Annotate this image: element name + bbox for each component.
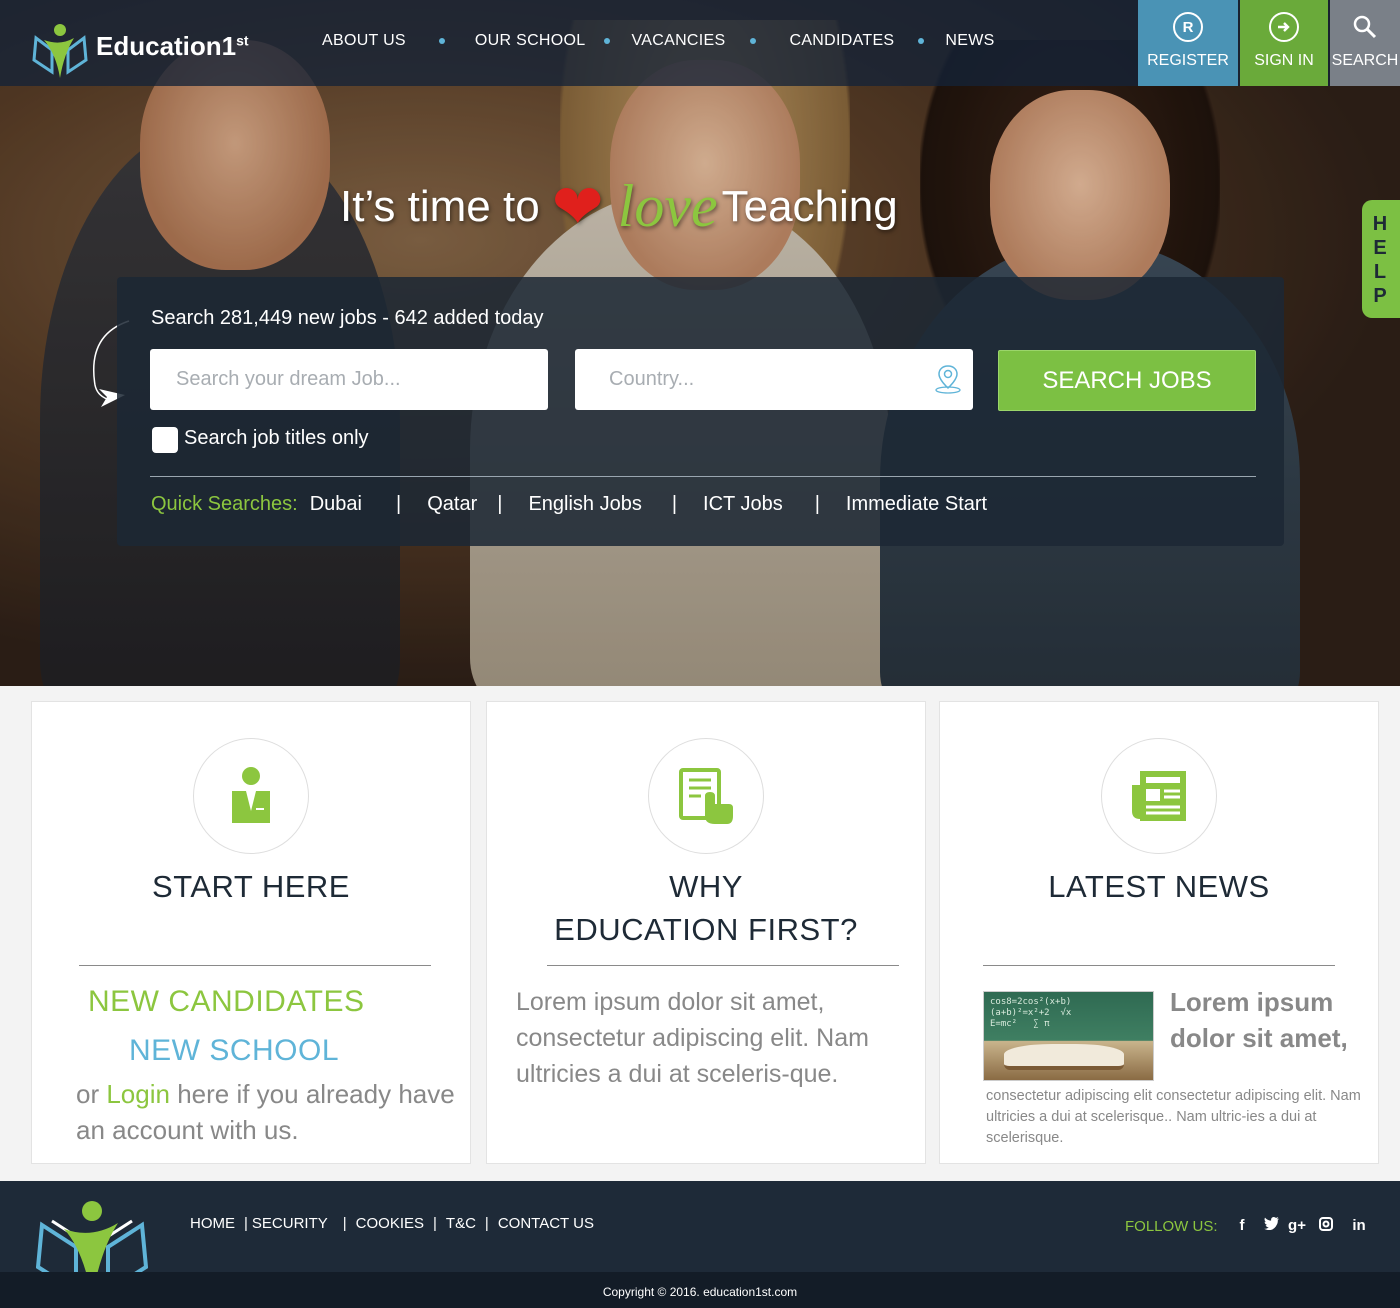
footer-separator: | — [484, 1215, 489, 1232]
why-icon-circle — [648, 738, 764, 854]
heart-icon: ❤ — [551, 173, 604, 242]
nav-separator-dot — [918, 38, 925, 44]
quick-search-immediate-start[interactable]: Immediate Start — [846, 493, 987, 516]
footer: HOME | SECURITY | COOKIES | T&C | CONTAC… — [0, 1181, 1400, 1299]
main-nav: ABOUT US OUR SCHOOL VACANCIES CANDIDATES… — [322, 32, 995, 50]
new-candidates-link[interactable]: NEW CANDIDATES — [88, 985, 364, 1019]
facebook-icon[interactable]: f — [1232, 1217, 1252, 1234]
help-letter: L — [1373, 261, 1389, 283]
latest-news-title: LATEST NEWS — [1048, 869, 1270, 904]
quick-search-dubai[interactable]: Dubai — [310, 493, 362, 516]
why-education-first-card: WHY EDUCATION FIRST? Lorem ipsum dolor s… — [486, 701, 926, 1164]
job-titles-only-checkbox[interactable] — [152, 427, 178, 453]
help-tab[interactable]: H E L P — [1362, 200, 1400, 318]
footer-separator: | — [244, 1215, 248, 1232]
quick-search-english-jobs[interactable]: English Jobs — [528, 493, 641, 516]
start-icon-circle — [193, 738, 309, 854]
search-headline: Search 281,449 new jobs - 642 added toda… — [151, 307, 544, 329]
nav-separator-dot — [750, 38, 757, 44]
quick-searches: Quick Searches: Dubai | Qatar | English … — [151, 493, 987, 516]
nav-vacancies[interactable]: VACANCIES — [631, 32, 725, 50]
quick-search-qatar[interactable]: Qatar — [427, 493, 477, 516]
start-here-title: START HERE — [152, 869, 350, 904]
register-label: REGISTER — [1147, 52, 1229, 69]
sign-in-label: SIGN IN — [1254, 52, 1314, 69]
new-school-link[interactable]: NEW SCHOOL — [129, 1034, 339, 1068]
nav-separator-dot — [438, 38, 445, 44]
news-headline[interactable]: Lorem ipsum dolor sit amet, — [1170, 984, 1370, 1056]
quick-search-separator: | — [814, 493, 820, 515]
job-search-input[interactable] — [150, 349, 548, 410]
search-label: SEARCH — [1331, 52, 1399, 69]
sign-in-button[interactable]: SIGN IN — [1240, 0, 1328, 86]
card-divider — [79, 965, 431, 966]
twitter-icon[interactable] — [1261, 1217, 1281, 1234]
help-letter: E — [1373, 237, 1389, 259]
footer-link-security[interactable]: SECURITY — [252, 1215, 328, 1232]
quick-search-separator: | — [396, 493, 402, 515]
document-touch-icon — [679, 768, 733, 824]
country-input[interactable] — [575, 349, 973, 410]
job-search-panel: Search 281,449 new jobs - 642 added toda… — [117, 277, 1284, 546]
newspaper-icon — [1132, 771, 1186, 821]
nav-candidates[interactable]: CANDIDATES — [789, 32, 894, 50]
footer-separator: | — [433, 1215, 437, 1232]
tagline-prefix: It’s time to — [340, 181, 540, 231]
tagline-love: love — [617, 173, 718, 239]
nav-news[interactable]: NEWS — [945, 32, 994, 50]
news-excerpt: consectetur adipiscing elit consectetur … — [986, 1088, 1361, 1146]
card-divider — [547, 965, 899, 966]
search-divider — [150, 476, 1256, 477]
nav-about-us[interactable]: ABOUT US — [322, 32, 406, 50]
instagram-icon[interactable] — [1316, 1217, 1336, 1235]
login-prompt: or Login here if you already have an acc… — [76, 1079, 455, 1145]
tagline-suffix: Teaching — [721, 181, 898, 231]
nav-our-school[interactable]: OUR SCHOOL — [475, 32, 586, 50]
why-description: Lorem ipsum dolor sit amet, consectetur … — [516, 988, 869, 1088]
start-here-card: START HERE NEW CANDIDATES NEW SCHOOL or … — [31, 701, 471, 1164]
quick-search-ict-jobs[interactable]: ICT Jobs — [703, 493, 783, 516]
register-button[interactable]: R REGISTER — [1138, 0, 1238, 86]
hero-tagline: It’s time to ❤ love Teaching — [340, 170, 898, 243]
quick-searches-label: Quick Searches: — [151, 493, 298, 515]
news-icon-circle — [1101, 738, 1217, 854]
logo-icon — [32, 24, 88, 78]
copyright-text: Copyright © 2016. education1st.com — [602, 1285, 798, 1299]
candidate-person-icon — [232, 767, 270, 823]
google-plus-icon[interactable]: g+ — [1287, 1217, 1307, 1234]
footer-link-home[interactable]: HOME — [190, 1215, 235, 1232]
register-icon: R — [1173, 12, 1203, 42]
linkedin-icon[interactable]: in — [1349, 1217, 1369, 1234]
news-thumbnail[interactable]: cos8=2cos²(x+b) (a+b)²=x²+2 √x E=mc² ∑ π — [983, 991, 1154, 1081]
nav-separator-dot — [604, 38, 611, 44]
quick-search-separator: | — [497, 493, 503, 515]
chalkboard-drawing: cos8=2cos²(x+b) (a+b)²=x²+2 √x E=mc² ∑ π — [990, 997, 1072, 1029]
help-letter: P — [1373, 285, 1389, 307]
why-title-line2: EDUCATION FIRST? — [554, 912, 858, 947]
location-pin-icon — [935, 365, 961, 394]
help-letter: H — [1372, 213, 1390, 235]
footer-link-terms[interactable]: T&C — [446, 1215, 476, 1232]
search-jobs-button[interactable]: SEARCH JOBS — [998, 350, 1256, 411]
copyright-bar: Copyright © 2016. education1st.com — [0, 1272, 1400, 1308]
footer-link-contact-us[interactable]: CONTACT US — [498, 1215, 594, 1232]
footer-separator: | — [342, 1215, 347, 1232]
search-icon — [1350, 12, 1380, 42]
search-button[interactable]: SEARCH — [1330, 0, 1400, 86]
sign-in-arrow-icon — [1269, 12, 1299, 42]
quick-search-separator: | — [671, 493, 678, 515]
why-title-line1: WHY — [669, 869, 743, 904]
footer-link-cookies[interactable]: COOKIES — [356, 1215, 424, 1232]
job-titles-only-label[interactable]: Search job titles only — [184, 427, 369, 450]
brand-name: Education1st — [96, 30, 249, 61]
latest-news-card: LATEST NEWS cos8=2cos²(x+b) (a+b)²=x²+2 … — [939, 701, 1379, 1164]
card-divider — [983, 965, 1335, 966]
login-link[interactable]: Login — [106, 1079, 170, 1109]
brand-logo[interactable]: Education1st — [30, 20, 249, 80]
footer-nav: HOME | SECURITY | COOKIES | T&C | CONTAC… — [190, 1215, 594, 1232]
open-book-drawing — [1004, 1044, 1124, 1070]
follow-us-label: FOLLOW US: — [1125, 1218, 1218, 1235]
